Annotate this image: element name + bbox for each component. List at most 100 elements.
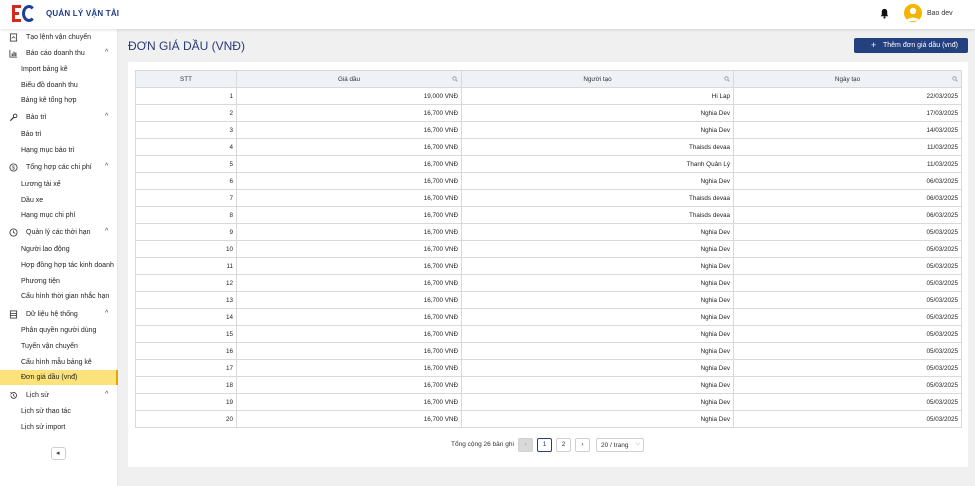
cell-created-date: 05/03/2025 — [733, 291, 962, 309]
sidebar-item-routes[interactable]: Tuyến vận chuyển — [0, 339, 118, 354]
sidebar-group-label: Báo cáo doanh thu — [26, 50, 85, 57]
page-1-button[interactable]: 1 — [537, 438, 552, 452]
sidebar-group-deadlines[interactable]: Quản lý các thời hạn ^ — [0, 225, 118, 240]
table-row[interactable]: 17 16,700 VNĐ Nghia Dev 05/03/2025 — [135, 359, 962, 377]
cell-stt: 6 — [135, 172, 237, 190]
sidebar-group-label: Lịch sử — [26, 392, 49, 399]
cell-stt: 2 — [135, 104, 237, 122]
cell-created-date: 05/03/2025 — [733, 274, 962, 292]
sidebar-group-revenue[interactable]: Báo cáo doanh thu ^ — [0, 46, 118, 61]
column-header-fuel-price[interactable]: Giá dầu — [236, 70, 462, 88]
table-row[interactable]: 13 16,700 VNĐ Nghia Dev 05/03/2025 — [135, 291, 962, 309]
table-body: 1 19,000 VNĐ Hi Lap 22/03/2025 2 16,700 VNĐ Ng… — [135, 87, 962, 428]
cell-created-date: 05/03/2025 — [733, 240, 962, 258]
app-logo[interactable] — [11, 3, 37, 24]
database-icon — [9, 310, 18, 319]
sidebar-item-maintenance-category[interactable]: Hạng mục bảo trì — [0, 143, 118, 158]
column-header-stt: STT — [135, 70, 237, 88]
search-icon[interactable] — [724, 76, 730, 82]
cell-creator: Nghia Dev — [461, 325, 734, 343]
chevron-up-icon: ^ — [105, 310, 109, 317]
table-row[interactable]: 3 16,700 VNĐ Nghia Dev 14/03/2025 — [135, 121, 962, 139]
table-row[interactable]: 1 19,000 VNĐ Hi Lap 22/03/2025 — [135, 87, 962, 105]
page-size-select[interactable]: 20 / trang ⌵ — [596, 438, 644, 452]
chevron-up-icon: ^ — [105, 228, 109, 235]
table-row[interactable]: 9 16,700 VNĐ Nghia Dev 05/03/2025 — [135, 223, 962, 241]
column-header-creator[interactable]: Người tạo — [461, 70, 734, 88]
svg-text:$: $ — [12, 165, 15, 171]
sidebar-item-summary[interactable]: Bảng kê tổng hợp — [0, 93, 118, 108]
table-row[interactable]: 7 16,700 VNĐ Thaisds devaa 06/03/2025 — [135, 189, 962, 207]
sidebar: Tạo lệnh vận chuyển Báo cáo doanh thu ^ … — [0, 29, 118, 486]
cell-fuel-price: 16,700 VNĐ — [236, 342, 462, 360]
sidebar-collapse-button[interactable]: ◂ — [51, 447, 66, 460]
cell-created-date: 11/03/2025 — [733, 138, 962, 156]
page-title: ĐƠN GIÁ DẦU (VNĐ) — [128, 39, 245, 53]
fuel-price-table: STT Giá dầu Người tạo Ngày tạo 1 19,000 V… — [135, 70, 962, 428]
add-fuel-price-button[interactable]: + Thêm đơn giá dầu (vnđ) — [854, 38, 968, 53]
sidebar-item-workers[interactable]: Người lao động — [0, 242, 118, 257]
cell-creator: Nghia Dev — [461, 342, 734, 360]
cell-fuel-price: 16,700 VNĐ — [236, 325, 462, 343]
app-brand-title: QUẢN LÝ VẬN TẢI — [46, 9, 120, 18]
sidebar-item-create-order[interactable]: Tạo lệnh vận chuyển — [0, 30, 118, 45]
chevron-up-icon: ^ — [105, 113, 109, 120]
sidebar-item-cost-category[interactable]: Hạng mục chi phí — [0, 208, 118, 223]
column-header-created-date[interactable]: Ngày tạo — [733, 70, 962, 88]
sidebar-item-contracts[interactable]: Hợp đồng hợp tác kinh doanh — [0, 258, 118, 273]
sidebar-item-fuel-price[interactable]: Đơn giá dầu (vnđ) — [0, 370, 118, 385]
sidebar-group-system-data[interactable]: Dữ liệu hệ thống ^ — [0, 307, 118, 322]
table-row[interactable]: 11 16,700 VNĐ Nghia Dev 05/03/2025 — [135, 257, 962, 275]
table-row[interactable]: 16 16,700 VNĐ Nghia Dev 05/03/2025 — [135, 342, 962, 360]
table-row[interactable]: 10 16,700 VNĐ Nghia Dev 05/03/2025 — [135, 240, 962, 258]
cell-stt: 17 — [135, 359, 237, 377]
sidebar-item-driver-salary[interactable]: Lương tài xế — [0, 177, 118, 192]
table-row[interactable]: 4 16,700 VNĐ Thaisds devaa 11/03/2025 — [135, 138, 962, 156]
sidebar-item-vehicles[interactable]: Phương tiện — [0, 274, 118, 289]
table-row[interactable]: 12 16,700 VNĐ Nghia Dev 05/03/2025 — [135, 274, 962, 292]
sidebar-item-reminder-config[interactable]: Cấu hình thời gian nhắc hạn — [0, 289, 118, 304]
chevron-up-icon: ^ — [105, 49, 109, 56]
table-row[interactable]: 2 16,700 VNĐ Nghia Dev 17/03/2025 — [135, 104, 962, 122]
table-row[interactable]: 5 16,700 VNĐ Thanh Quản Lý 11/03/2025 — [135, 155, 962, 173]
cell-fuel-price: 16,700 VNĐ — [236, 223, 462, 241]
prev-page-button[interactable]: ‹ — [518, 438, 533, 452]
table-row[interactable]: 8 16,700 VNĐ Thaisds devaa 06/03/2025 — [135, 206, 962, 224]
table-row[interactable]: 14 16,700 VNĐ Nghia Dev 05/03/2025 — [135, 308, 962, 326]
sidebar-item-template-config[interactable]: Cấu hình mẫu bảng kê — [0, 355, 118, 370]
cell-creator: Nghia Dev — [461, 393, 734, 411]
sidebar-group-history[interactable]: Lịch sử ^ — [0, 388, 118, 403]
cell-creator: Thanh Quản Lý — [461, 155, 734, 173]
table-row[interactable]: 19 16,700 VNĐ Nghia Dev 05/03/2025 — [135, 393, 962, 411]
sidebar-item-revenue-chart[interactable]: Biểu đồ doanh thu — [0, 78, 118, 93]
sidebar-item-fuel[interactable]: Dầu xe — [0, 193, 118, 208]
caret-left-icon: ◂ — [56, 450, 60, 457]
sidebar-item-maintenance[interactable]: Bảo trì — [0, 127, 118, 142]
cell-stt: 18 — [135, 376, 237, 394]
sidebar-item-import[interactable]: Import bảng kê — [0, 62, 118, 77]
search-icon[interactable] — [952, 76, 958, 82]
cell-stt: 10 — [135, 240, 237, 258]
sidebar-group-costs[interactable]: $ Tổng hợp các chi phí ^ — [0, 160, 118, 175]
sidebar-item-permissions[interactable]: Phân quyền người dùng — [0, 323, 118, 338]
table-row[interactable]: 15 16,700 VNĐ Nghia Dev 05/03/2025 — [135, 325, 962, 343]
page-2-button[interactable]: 2 — [556, 438, 571, 452]
sidebar-group-label: Bảo trì — [26, 114, 47, 121]
cell-stt: 15 — [135, 325, 237, 343]
table-row[interactable]: 6 16,700 VNĐ Nghia Dev 06/03/2025 — [135, 172, 962, 190]
chevron-up-icon: ^ — [105, 163, 109, 170]
add-fuel-price-label: Thêm đơn giá dầu (vnđ) — [883, 42, 959, 49]
table-row[interactable]: 20 16,700 VNĐ Nghia Dev 05/03/2025 — [135, 410, 962, 428]
sidebar-item-import-history[interactable]: Lịch sử import — [0, 420, 118, 435]
search-icon[interactable] — [452, 76, 458, 82]
avatar[interactable] — [904, 4, 922, 22]
sidebar-group-maintenance[interactable]: Bảo trì ^ — [0, 110, 118, 125]
table-row[interactable]: 18 16,700 VNĐ Nghia Dev 05/03/2025 — [135, 376, 962, 394]
sidebar-item-action-history[interactable]: Lịch sử thao tác — [0, 404, 118, 419]
user-name[interactable]: Bao dev — [927, 10, 953, 17]
next-page-button[interactable]: › — [575, 438, 590, 452]
cell-fuel-price: 16,700 VNĐ — [236, 189, 462, 207]
page-size-value: 20 / trang — [601, 442, 629, 449]
cell-creator: Nghia Dev — [461, 104, 734, 122]
bell-icon[interactable] — [879, 8, 890, 19]
